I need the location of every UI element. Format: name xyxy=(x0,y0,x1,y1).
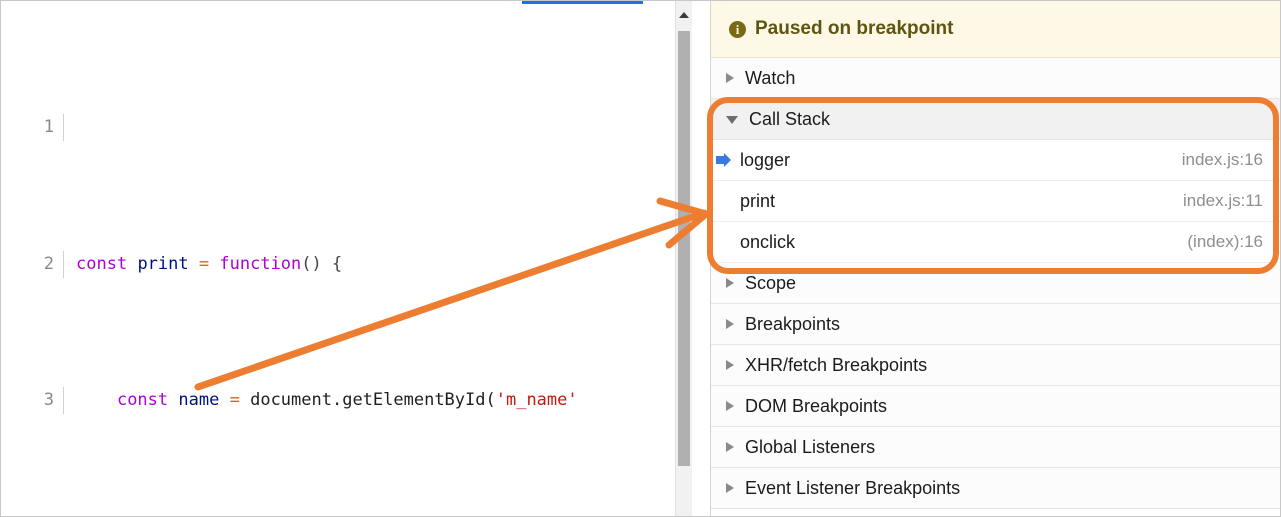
line-number[interactable]: 2 xyxy=(1,250,64,278)
paused-banner-label: Paused on breakpoint xyxy=(755,18,954,39)
line-code: const print = function() { xyxy=(76,253,343,274)
frame-function-name: onclick xyxy=(740,231,796,252)
section-label: Watch xyxy=(745,67,796,88)
frame-function-name: print xyxy=(740,190,776,211)
section-label: Call Stack xyxy=(749,108,831,129)
sidebar-section-watch[interactable]: Watch xyxy=(711,58,1280,99)
chevron-right-icon xyxy=(726,442,734,452)
source-editor-pane: 1 2 const print = function() { 3 const n… xyxy=(1,1,692,516)
sidebar-section-call-stack[interactable]: Call Stack xyxy=(711,99,1280,140)
sidebar-section-event-listener-breakpoints[interactable]: Event Listener Breakpoints xyxy=(711,468,1280,509)
current-frame-arrow-icon xyxy=(716,194,733,208)
code-content[interactable]: 1 2 const print = function() { 3 const n… xyxy=(1,5,692,516)
section-label: Scope xyxy=(745,272,797,293)
chevron-right-icon xyxy=(726,401,734,411)
paused-on-breakpoint-banner: i Paused on breakpoint xyxy=(711,1,1280,58)
debugger-sidebar: i Paused on breakpoint Watch Call Stack … xyxy=(710,1,1280,516)
chevron-right-icon xyxy=(726,73,734,83)
line-number[interactable]: 3 xyxy=(1,387,64,415)
code-line[interactable]: 1 xyxy=(1,114,692,142)
active-tab-underline xyxy=(522,1,643,4)
sidebar-section-scope[interactable]: Scope xyxy=(711,263,1280,304)
chevron-down-icon xyxy=(726,116,738,124)
chevron-right-icon xyxy=(726,483,734,493)
section-label: DOM Breakpoints xyxy=(745,395,888,416)
current-frame-arrow-icon xyxy=(716,153,733,167)
code-line[interactable]: 2 const print = function() { xyxy=(1,250,692,278)
sidebar-section-dom-breakpoints[interactable]: DOM Breakpoints xyxy=(711,386,1280,427)
call-stack-frame[interactable]: logger index.js:16 xyxy=(711,140,1280,181)
code-line[interactable]: 3 const name = document.getElementById('… xyxy=(1,387,692,415)
section-label: Event Listener Breakpoints xyxy=(745,477,961,498)
line-code: const name = document.getElementById('m_… xyxy=(116,390,578,411)
section-label: Breakpoints xyxy=(745,313,841,334)
chevron-right-icon xyxy=(726,319,734,329)
current-frame-arrow-icon xyxy=(716,235,733,249)
chevron-right-icon xyxy=(726,360,734,370)
line-number[interactable]: 1 xyxy=(1,114,64,142)
frame-location: index.js:11 xyxy=(1182,191,1263,210)
section-label: Global Listeners xyxy=(745,436,876,457)
sidebar-section-global-listeners[interactable]: Global Listeners xyxy=(711,427,1280,468)
sidebar-section-breakpoints[interactable]: Breakpoints xyxy=(711,304,1280,345)
frame-location: (index):16 xyxy=(1187,232,1263,251)
chevron-right-icon xyxy=(726,278,734,288)
frame-function-name: logger xyxy=(740,149,791,170)
editor-vertical-scrollbar[interactable] xyxy=(675,1,692,516)
sidebar-section-xhr-fetch-breakpoints[interactable]: XHR/fetch Breakpoints xyxy=(711,345,1280,386)
devtools-debugger-screenshot: 1 2 const print = function() { 3 const n… xyxy=(0,0,1281,517)
call-stack-frame[interactable]: onclick (index):16 xyxy=(711,222,1280,263)
scrollbar-thumb[interactable] xyxy=(678,31,690,466)
frame-location: index.js:16 xyxy=(1181,150,1263,169)
call-stack-frame[interactable]: print index.js:11 xyxy=(711,181,1280,222)
section-label: XHR/fetch Breakpoints xyxy=(745,354,928,375)
chevron-up-icon[interactable] xyxy=(676,1,692,28)
info-circle-icon: i xyxy=(729,20,746,38)
